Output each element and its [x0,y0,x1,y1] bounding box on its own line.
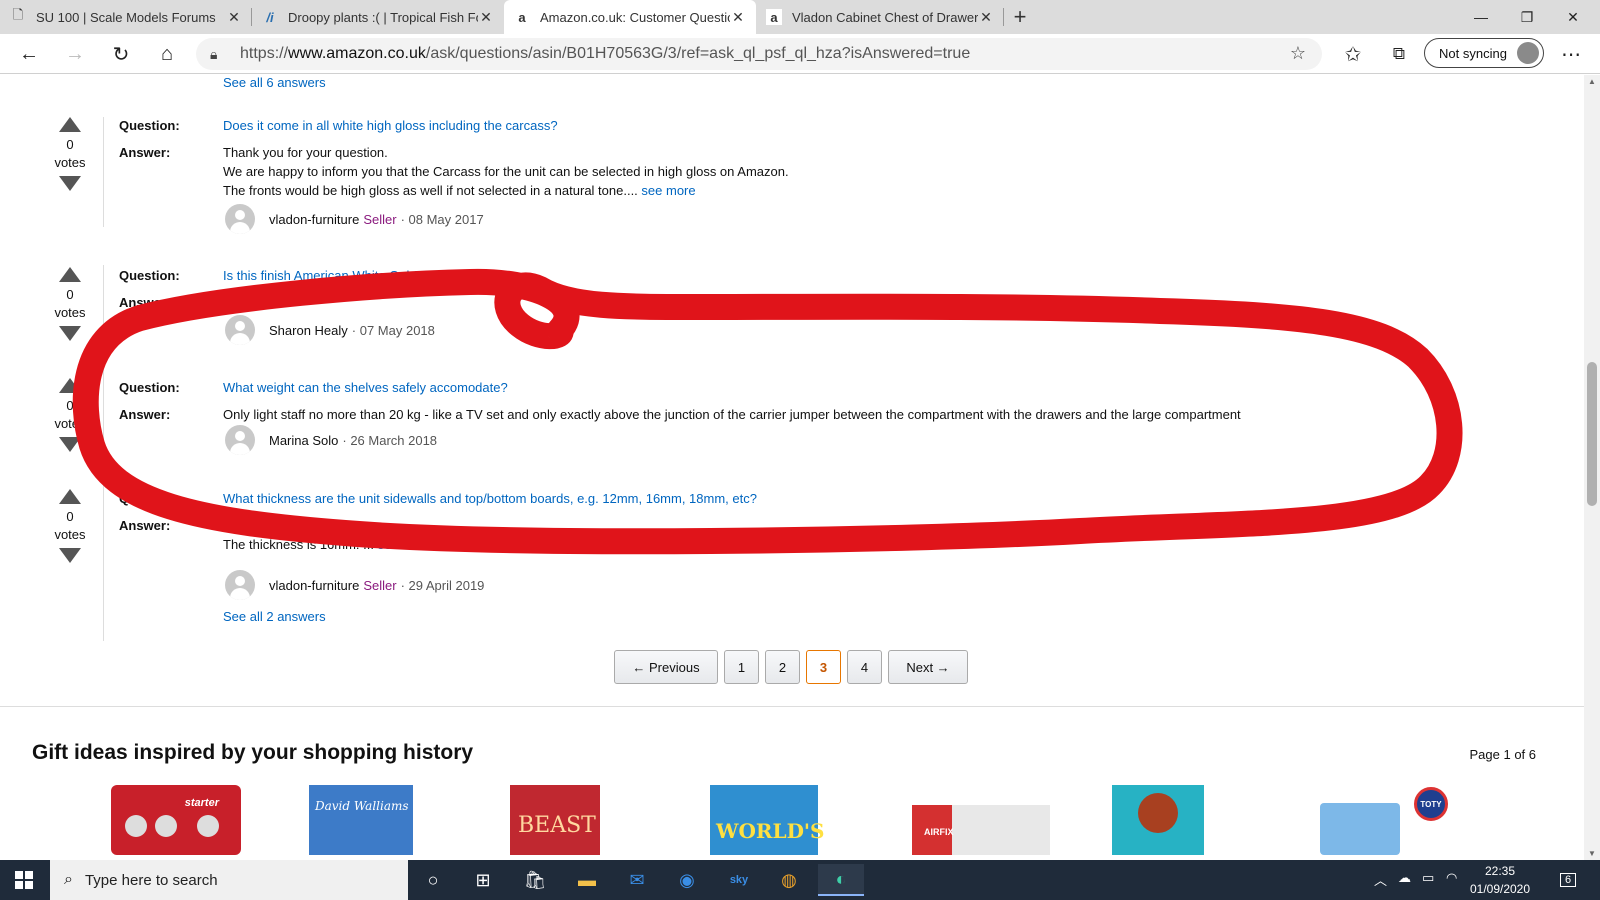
page-1-button[interactable]: 1 [724,650,759,684]
tab-tropical-fish[interactable]: /i Droopy plants :( | Tropical Fish Fo ✕ [252,0,504,34]
product-airfix-kit[interactable]: AIRFIX [912,805,1050,855]
refresh-icon[interactable]: ↻ [108,42,134,66]
favorite-star-icon[interactable]: ☆ [1290,43,1306,64]
windows-taskbar: ⌕ Type here to search ○ ⊞ 🛍︎ ▬ ✉ ◉ sky ◍… [0,860,1600,900]
sync-label: Not syncing [1439,45,1507,61]
close-tab-icon[interactable]: ✕ [978,9,994,26]
page-4-button[interactable]: 4 [847,650,882,684]
app-icon[interactable]: ◉ [664,864,710,896]
chrome-icon[interactable]: ◍ [766,864,812,896]
favorites-icon[interactable]: ✩ [1340,42,1366,66]
navigation-bar: ← → ↻ ⌂ 🔒︎ https://www.amazon.co.uk/ask/… [0,34,1600,74]
amazon-icon: a [518,9,526,25]
tab-vladon-cabinet[interactable]: a Vladon Cabinet Chest of Drawers ✕ [756,0,1004,34]
page-content: See all 6 answers 0 votes Question: Does… [0,75,1584,860]
notifications-icon[interactable]: 6 [1548,864,1588,896]
product-book-david-walliams[interactable]: David Walliams [309,785,413,855]
scrollbar-thumb[interactable] [1587,362,1597,506]
profile-avatar [1517,42,1539,64]
forum-icon: /i [266,9,274,25]
page-scrollbar[interactable]: ▲ ▼ [1584,75,1600,860]
annotation-loop [72,268,1463,555]
restore-icon[interactable]: ❐ [1504,0,1550,34]
back-icon[interactable]: ← [16,42,42,66]
lock-icon[interactable]: 🔒︎ [210,46,232,63]
tab-amazon-questions[interactable]: a Amazon.co.uk: Customer Questio ✕ [504,0,756,34]
product-book-the-boy[interactable] [1112,785,1204,855]
sky-app-icon[interactable]: sky [716,864,762,896]
close-window-icon[interactable]: ✕ [1550,0,1596,34]
onedrive-icon[interactable]: ☁ [1398,870,1411,886]
task-view-icon[interactable]: ⊞ [460,864,506,896]
url-text[interactable]: https://www.amazon.co.uk/ask/questions/a… [240,45,970,63]
address-bar[interactable]: 🔒︎ https://www.amazon.co.uk/ask/question… [196,38,1322,70]
clock-time: 22:35 [1484,864,1516,878]
scroll-up-icon[interactable]: ▲ [1588,77,1596,86]
page-icon: 🗋 [12,7,24,22]
product-book-beast[interactable]: BEAST [510,785,600,855]
tab-title: Amazon.co.uk: Customer Questio [540,9,730,25]
home-icon[interactable]: ⌂ [154,42,180,66]
page-3-button[interactable]: 3 [806,650,841,684]
battery-icon[interactable]: ▭ [1422,870,1434,886]
file-explorer-icon[interactable]: ▬ [564,864,610,896]
wifi-icon[interactable]: ◠ [1446,870,1457,886]
tab-title: SU 100 | Scale Models Forums [36,9,216,25]
clock-date: 01/09/2020 [1469,882,1531,896]
minimize-icon[interactable]: — [1458,0,1504,34]
carousel-page-indicator: Page 1 of 6 [1469,747,1537,762]
show-hidden-icons[interactable]: ︿ [1374,870,1387,889]
taskbar-clock[interactable]: 22:35 01/09/2020 [1464,862,1536,898]
new-tab-icon[interactable]: + [1008,4,1032,30]
page-2-button[interactable]: 2 [765,650,800,684]
tab-strip: 🗋 SU 100 | Scale Models Forums ✕ /i Droo… [0,0,1600,34]
previous-page-button[interactable]: ← Previous [614,650,718,684]
taskbar-search-box[interactable]: ⌕ Type here to search [50,860,408,900]
red-marker-annotation [72,268,1463,555]
collections-icon[interactable]: ⧉ [1386,42,1412,66]
next-page-button[interactable]: Next → [888,650,968,684]
product-book-worlds-worst[interactable]: WORLD'S [710,785,824,855]
pagination: ← Previous 1 2 3 4 Next → [614,650,974,684]
scroll-down-icon[interactable]: ▼ [1588,849,1596,858]
edge-icon[interactable]: ◐ [818,864,864,896]
mail-icon[interactable]: ✉ [614,864,660,896]
forward-icon[interactable]: → [62,42,88,66]
close-tab-icon[interactable]: ✕ [478,9,494,26]
tab-title: Droopy plants :( | Tropical Fish Fo [288,9,478,25]
search-placeholder: Type here to search [84,871,218,889]
close-tab-icon[interactable]: ✕ [730,9,746,26]
more-menu-icon[interactable]: ⋯ [1558,42,1584,66]
store-icon[interactable]: 🛍︎ [512,864,558,896]
cortana-icon[interactable]: ○ [410,864,456,896]
windows-start-icon[interactable] [0,860,48,900]
close-tab-icon[interactable]: ✕ [226,9,242,26]
tab-title: Vladon Cabinet Chest of Drawers [792,9,978,25]
product-toy-game[interactable]: TOTY [1320,785,1450,855]
tab-scale-models[interactable]: 🗋 SU 100 | Scale Models Forums ✕ [0,0,252,34]
profile-sync-button[interactable]: Not syncing [1424,38,1544,68]
see-all-answers-link[interactable]: See all 2 answers [223,609,326,624]
gift-ideas-title: Gift ideas inspired by your shopping his… [32,741,474,764]
product-airfix-starter-set[interactable]: starter [111,785,241,855]
gift-ideas-carousel: Gift ideas inspired by your shopping his… [0,706,1584,860]
search-icon: ⌕ [64,871,73,888]
amazon-icon: a [766,9,782,25]
